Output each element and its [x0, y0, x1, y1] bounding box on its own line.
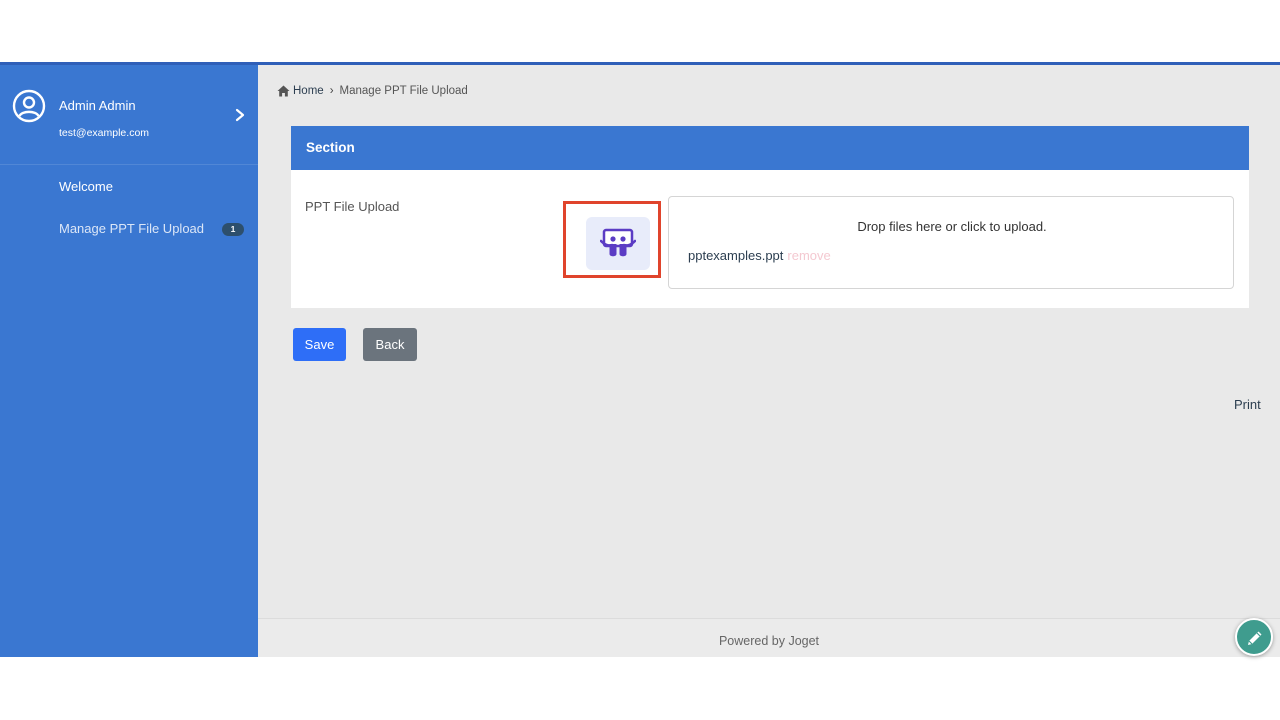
user-profile[interactable]: Admin Admin test@example.com [0, 65, 258, 165]
breadcrumb-home-link[interactable]: Home [293, 85, 324, 97]
user-email: test@example.com [59, 127, 150, 139]
sidebar-item-label: Welcome [59, 179, 113, 194]
footer: Powered by Joget [258, 618, 1280, 657]
slideshare-icon [600, 228, 636, 257]
thumbnail-highlight-box [563, 201, 661, 278]
sidebar-item-label: Manage PPT File Upload [59, 221, 205, 236]
chevron-right-icon[interactable] [234, 108, 246, 122]
count-badge: 1 [222, 223, 244, 236]
form-section-card: Section PPT File Upload Drop files here … [291, 126, 1249, 308]
breadcrumb-current: Manage PPT File Upload [339, 85, 468, 97]
uploaded-file: pptexamples.ppt remove [688, 248, 831, 263]
file-thumbnail [586, 217, 650, 270]
sidebar: Admin Admin test@example.com Welcome Man… [0, 65, 258, 657]
user-name: Admin Admin [59, 98, 136, 113]
user-circle-icon [12, 89, 46, 123]
breadcrumb-separator: › [329, 85, 334, 97]
app-root: Admin Admin test@example.com Welcome Man… [0, 62, 1280, 657]
print-link[interactable]: Print [1234, 397, 1261, 412]
home-icon [277, 85, 290, 97]
footer-text: Powered by Joget [718, 634, 820, 648]
remove-file-link[interactable]: remove [787, 248, 830, 263]
field-label: PPT File Upload [305, 199, 400, 214]
file-name: pptexamples.ppt [688, 248, 784, 263]
sidebar-item-welcome[interactable]: Welcome [0, 169, 258, 205]
pencil-icon [1248, 631, 1262, 645]
section-title: Section [291, 126, 1249, 170]
back-button[interactable]: Back [363, 328, 417, 361]
sidebar-item-manage-ppt-file-upload[interactable]: Manage PPT File Upload 1 [0, 211, 258, 247]
file-dropzone[interactable]: Drop files here or click to upload. ppte… [668, 196, 1234, 289]
dropzone-text: Drop files here or click to upload. [857, 219, 1047, 234]
edit-fab-button[interactable] [1235, 618, 1273, 656]
breadcrumb: Home › Manage PPT File Upload [277, 85, 468, 97]
save-button[interactable]: Save [293, 328, 346, 361]
